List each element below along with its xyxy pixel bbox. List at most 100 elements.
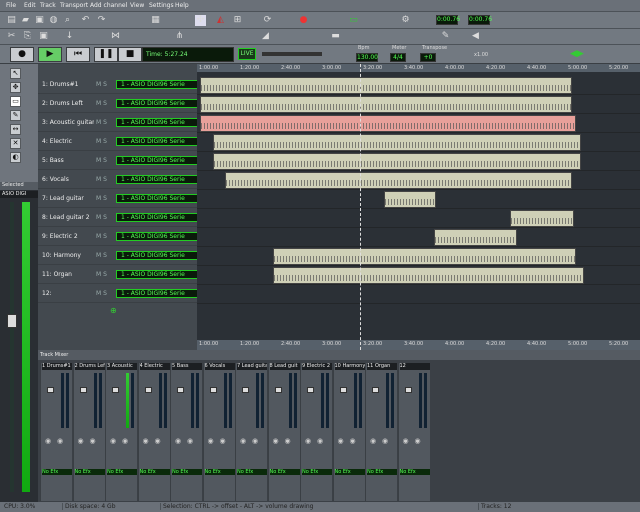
effects-slot[interactable]: No Efx (107, 469, 137, 475)
pan-knob-icon[interactable]: ◉ (403, 437, 409, 445)
menu-file[interactable]: File (6, 2, 16, 9)
effects-slot[interactable]: No Efx (367, 469, 397, 475)
track-lane[interactable] (197, 152, 640, 171)
monitor-icon[interactable]: ▭ (348, 15, 359, 26)
pan-knob-icon[interactable]: ◉ (415, 437, 421, 445)
track-header[interactable]: 11: Organ M S1 - ASIO DIGI96 Serie (38, 265, 222, 284)
meter-field[interactable]: 4/4 (390, 53, 406, 62)
pan-knob-icon[interactable]: ◉ (110, 437, 116, 445)
pan-knob-icon[interactable]: ◉ (240, 437, 246, 445)
pan-knob-icon[interactable]: ◉ (57, 437, 63, 445)
pan-knob-icon[interactable]: ◉ (273, 437, 279, 445)
crossfade-icon[interactable]: ⋈ (110, 31, 121, 42)
play-button[interactable]: ▶ (38, 47, 62, 62)
stop-button[interactable]: ■ (118, 47, 142, 62)
track-lane[interactable] (197, 285, 640, 304)
channel-fader[interactable] (112, 387, 119, 393)
pan-knob-icon[interactable]: ◉ (143, 437, 149, 445)
new-file-icon[interactable]: ▤ (6, 15, 17, 26)
pan-knob-icon[interactable]: ◉ (187, 437, 193, 445)
selected-fader[interactable] (7, 314, 17, 328)
channel-fader[interactable] (242, 387, 249, 393)
volume-icon[interactable]: ◀ (470, 31, 481, 42)
select-tool-icon[interactable]: ↖ (10, 68, 21, 79)
track-lane[interactable] (197, 190, 640, 209)
track-name[interactable]: 9: Electric 2 (42, 233, 94, 240)
track-mute-solo[interactable]: M S (96, 195, 107, 202)
channel-fader[interactable] (274, 387, 282, 393)
erase-tool-icon[interactable]: ✕ (10, 138, 21, 149)
undo-icon[interactable]: ↶ (80, 15, 91, 26)
track-name[interactable]: 6: Vocals (42, 176, 94, 183)
link-icon[interactable]: ⊞ (232, 15, 243, 26)
pan-knob-icon[interactable]: ◉ (338, 437, 344, 445)
track-mute-solo[interactable]: M S (96, 271, 107, 278)
track-lane[interactable] (197, 114, 640, 133)
zoom-icon[interactable]: ⌕ (62, 15, 73, 26)
menu-view[interactable]: View (130, 2, 144, 9)
audio-clip[interactable] (200, 77, 572, 94)
track-header[interactable]: 8: Lead guitar 2M S1 - ASIO DIGI96 Serie (38, 208, 222, 227)
audio-clip[interactable] (200, 96, 572, 113)
channel-fader[interactable] (307, 387, 314, 393)
pan-knob-icon[interactable]: ◉ (208, 437, 214, 445)
track-lane[interactable] (197, 209, 640, 228)
settings-icon[interactable]: ⚙ (400, 15, 411, 26)
bpm-field[interactable]: 130.00 (356, 53, 378, 62)
track-mute-solo[interactable]: M S (96, 138, 107, 145)
effects-slot[interactable]: No Efx (334, 469, 365, 475)
range-tool-icon[interactable]: ↔ (10, 124, 21, 135)
channel-fader[interactable] (47, 387, 54, 393)
effects-slot[interactable]: No Efx (42, 469, 72, 475)
effects-slot[interactable]: No Efx (302, 469, 332, 475)
track-mute-solo[interactable]: M S (96, 176, 107, 183)
menu-help[interactable]: Help (175, 2, 189, 9)
audio-clip[interactable] (273, 267, 584, 284)
audio-clip[interactable] (225, 172, 572, 189)
fade-icon[interactable]: ◢ (260, 31, 271, 42)
track-lane[interactable] (197, 76, 640, 95)
track-header[interactable]: 3: Acoustic guitar M S1 - ASIO DIGI96 Ser… (38, 113, 222, 132)
effects-slot[interactable]: No Efx (237, 469, 267, 475)
effects-slot[interactable]: No Efx (74, 469, 105, 475)
grid-icon[interactable]: ▦ (150, 15, 161, 26)
channel-fader[interactable] (177, 387, 184, 393)
split-icon[interactable]: ⋔ (174, 31, 185, 42)
mute-tool-icon[interactable]: ◐ (10, 152, 21, 163)
menu-edit[interactable]: Edit (24, 2, 36, 9)
track-header[interactable]: 5: Bass M S1 - ASIO DIGI96 Serie (38, 151, 222, 170)
track-lane[interactable] (197, 95, 640, 114)
pan-knob-icon[interactable]: ◉ (305, 437, 311, 445)
snap-icon[interactable]: ✣ (195, 15, 206, 26)
pan-knob-icon[interactable]: ◉ (175, 437, 181, 445)
audio-clip[interactable] (510, 210, 574, 227)
track-mute-solo[interactable]: M S (96, 119, 107, 126)
audio-clip[interactable] (213, 153, 581, 170)
channel-fader[interactable] (372, 387, 379, 393)
track-name[interactable]: 8: Lead guitar 2 (42, 214, 94, 221)
add-track-icon[interactable]: ⊕ (110, 306, 117, 315)
track-header[interactable]: 10: Harmony M S1 - ASIO DIGI96 Serie (38, 246, 222, 265)
save-icon[interactable]: ▣ (34, 15, 45, 26)
move-tool-icon[interactable]: ✥ (10, 82, 21, 93)
track-name[interactable]: 11: Organ (42, 271, 94, 278)
track-mute-solo[interactable]: M S (96, 290, 107, 297)
track-lane[interactable] (197, 171, 640, 190)
pan-knob-icon[interactable]: ◉ (350, 437, 356, 445)
track-mute-solo[interactable]: M S (96, 100, 107, 107)
rewind-button[interactable]: ⏮ (66, 47, 90, 62)
menu-track[interactable]: Track (40, 2, 56, 9)
pan-knob-icon[interactable]: ◉ (155, 437, 161, 445)
track-name[interactable]: 3: Acoustic guitar (42, 119, 94, 126)
menu-transport[interactable]: Transport (60, 2, 88, 9)
scroll-arrows-icon[interactable]: ◀▶ (570, 49, 584, 59)
timeline-ruler-top[interactable]: 1:00.00 1:20.00 2:40.00 3:00.00 3:20.00 3:40.… (197, 64, 640, 72)
pointer-tool-icon[interactable]: ▭ (10, 96, 21, 107)
pan-knob-icon[interactable]: ◉ (252, 437, 258, 445)
globe-icon[interactable]: ◍ (48, 15, 59, 26)
channel-fader[interactable] (79, 387, 87, 393)
pan-knob-icon[interactable]: ◉ (90, 437, 96, 445)
record-button[interactable]: ● (10, 47, 34, 62)
menu-add-channel[interactable]: Add channel (90, 2, 127, 9)
track-lane[interactable] (197, 266, 640, 285)
